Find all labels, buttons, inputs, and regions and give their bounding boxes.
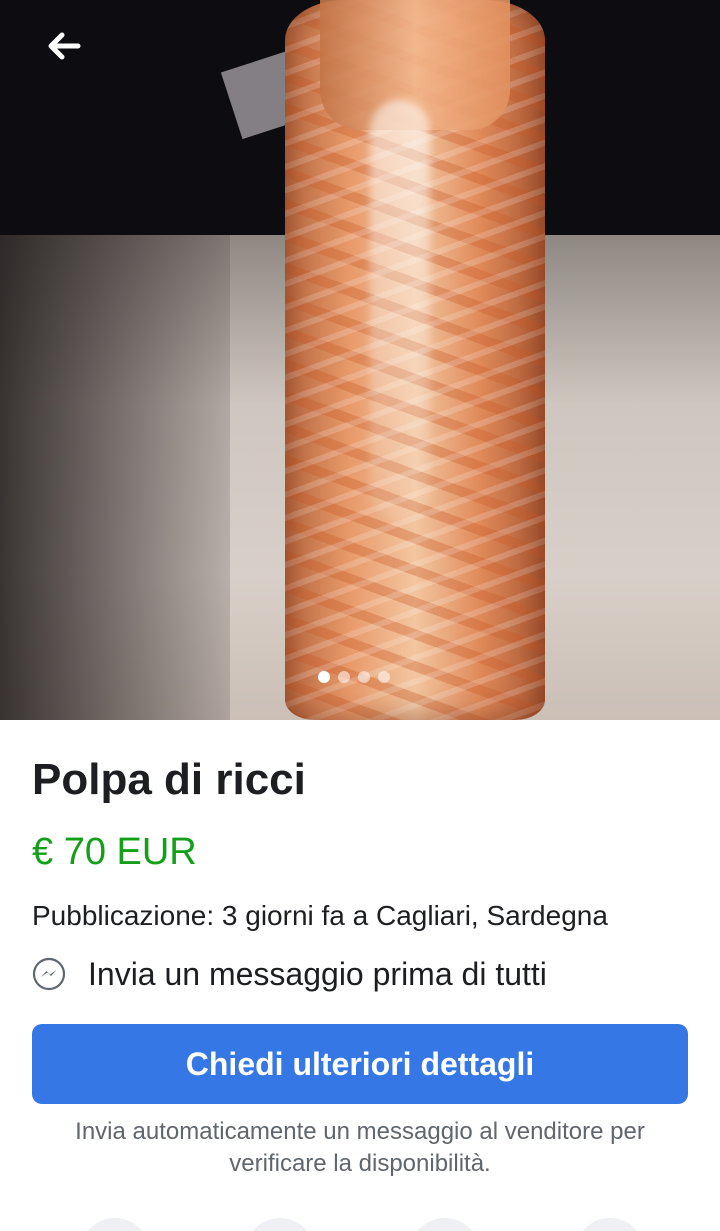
listing-details: Polpa di ricci € 70 EUR Pubblicazione: 3…: [32, 720, 688, 1180]
action-button[interactable]: [80, 1218, 150, 1231]
listing-title: Polpa di ricci: [32, 755, 306, 804]
action-button[interactable]: [575, 1218, 645, 1231]
listing-photo[interactable]: [0, 0, 720, 720]
gallery-dot[interactable]: [358, 671, 370, 683]
arrow-left-icon: [48, 32, 81, 60]
message-seller-row[interactable]: Invia un messaggio prima di tutti: [32, 952, 688, 996]
action-button[interactable]: [410, 1218, 480, 1231]
messenger-icon: [32, 957, 66, 991]
message-prompt-text: Invia un messaggio prima di tutti: [88, 955, 547, 992]
ask-details-note: Invia automaticamente un messaggio al ve…: [75, 1118, 645, 1177]
photo-shadow: [0, 235, 230, 720]
gallery-dot[interactable]: [338, 671, 350, 683]
listing-posted-info: Pubblicazione: 3 giorni fa a Cagliari, S…: [32, 900, 608, 931]
action-button[interactable]: [245, 1218, 315, 1231]
gallery-dot[interactable]: [318, 671, 330, 683]
ask-details-button[interactable]: Chiedi ulteriori dettagli: [32, 1024, 688, 1104]
gallery-dot[interactable]: [378, 671, 390, 683]
photo-bottle-shine: [370, 100, 430, 520]
action-buttons-row: [0, 1218, 720, 1231]
listing-price: € 70 EUR: [32, 831, 197, 873]
gallery-pagination: [318, 671, 390, 683]
back-button[interactable]: [40, 26, 88, 66]
